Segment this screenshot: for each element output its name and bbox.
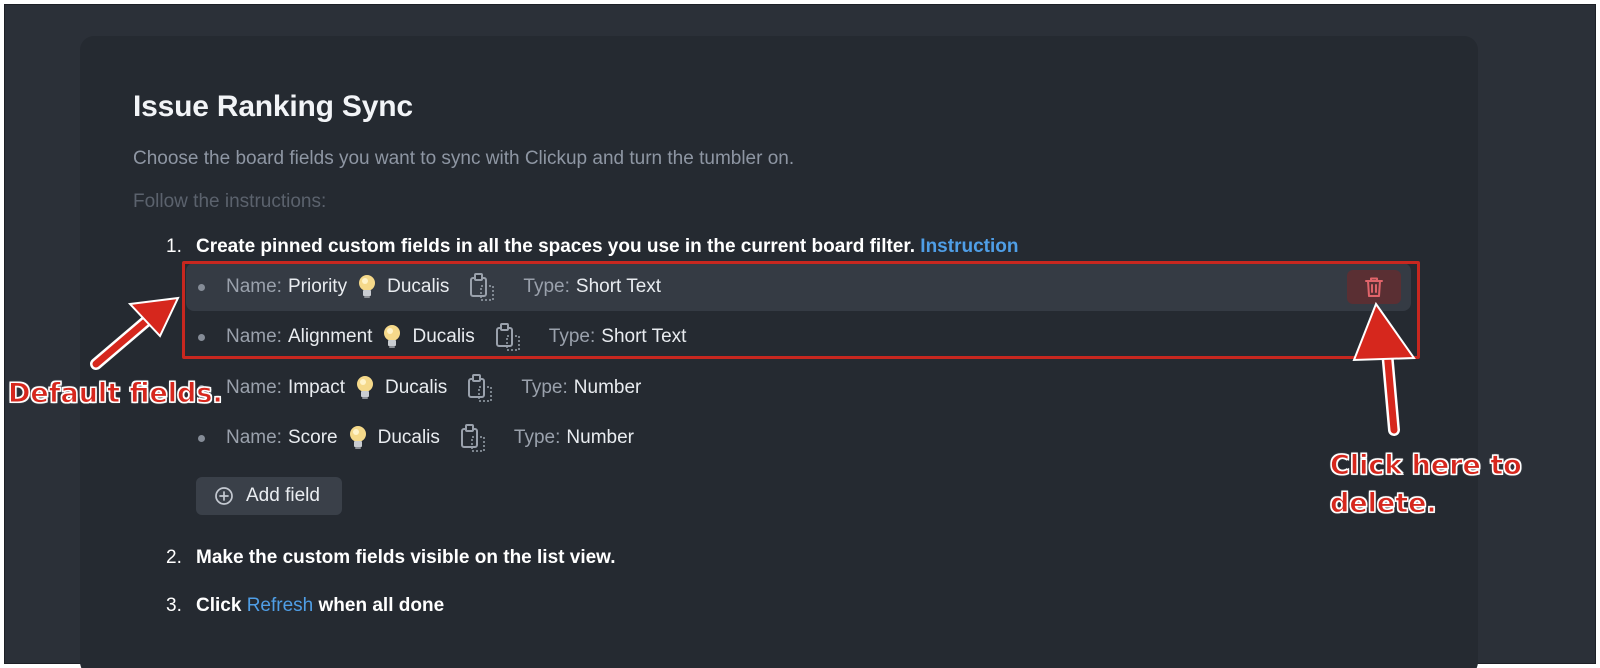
field-source: Ducalis <box>377 427 440 448</box>
add-field-button[interactable]: Add field <box>196 477 342 515</box>
step-number: 1. <box>166 236 182 257</box>
instructions-heading: Follow the instructions: <box>133 191 327 212</box>
field-row-impact: Name: Impact Ducalis Type: Number <box>186 364 1411 412</box>
name-label: Name: <box>226 377 282 398</box>
field-name: Score <box>287 427 338 448</box>
name-label: Name: <box>226 427 282 448</box>
step-text-post: when all done <box>318 595 445 616</box>
field-type: Number <box>566 427 634 448</box>
field-row-score: Name: Score Ducalis Type: Number <box>186 414 1411 462</box>
page-subtitle: Choose the board fields you want to sync… <box>133 148 795 169</box>
bulb-icon <box>355 375 375 401</box>
field-name: Impact <box>287 377 345 398</box>
copy-icon[interactable] <box>467 373 493 403</box>
instruction-link[interactable]: Instruction <box>920 236 1018 257</box>
annotation-default-fields: Default fields. <box>8 378 224 410</box>
step-3: 3. Click Refresh when all done <box>166 595 444 617</box>
copy-icon[interactable] <box>460 423 486 453</box>
type-label: Type: <box>513 427 561 448</box>
step-number: 3. <box>166 595 182 616</box>
page-title: Issue Ranking Sync <box>133 90 413 123</box>
field-type: Number <box>573 377 642 398</box>
step-text: Create pinned custom fields in all the s… <box>196 236 916 257</box>
highlight-box <box>182 261 1420 359</box>
bullet <box>198 434 205 442</box>
add-field-label: Add field <box>246 485 320 506</box>
plus-circle-icon <box>215 487 233 505</box>
step-text: Make the custom fields visible on the li… <box>196 547 616 568</box>
type-label: Type: <box>521 377 568 398</box>
step-2: 2. Make the custom fields visible on the… <box>166 547 616 569</box>
step-number: 2. <box>166 547 182 568</box>
step-1: 1. Create pinned custom fields in all th… <box>166 236 1018 258</box>
field-source: Ducalis <box>385 377 448 398</box>
bulb-icon <box>348 425 368 451</box>
refresh-link[interactable]: Refresh <box>247 595 314 616</box>
step-text-pre: Click <box>196 595 242 616</box>
annotation-click-delete-1: Click here to <box>1330 450 1523 482</box>
annotation-click-delete-2: delete. <box>1330 488 1438 520</box>
